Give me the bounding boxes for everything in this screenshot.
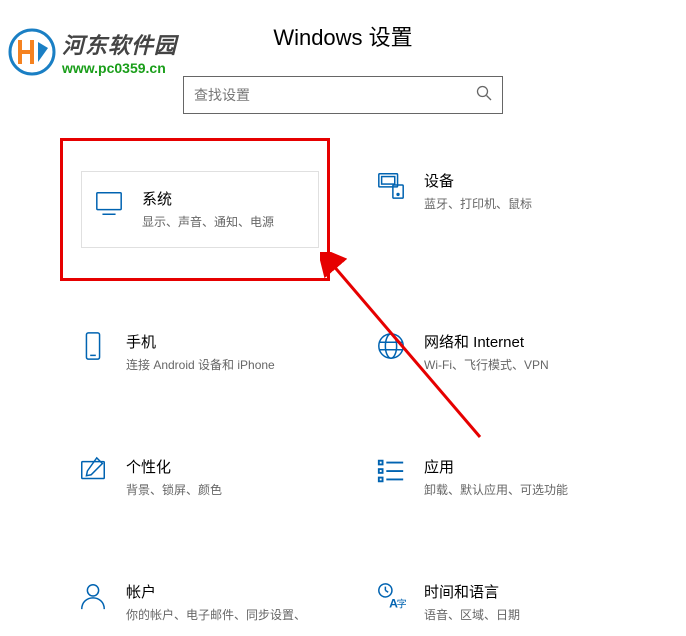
- tile-devices[interactable]: 设备 蓝牙、打印机、鼠标: [368, 158, 626, 261]
- watermark-title: 河东软件园: [62, 28, 177, 60]
- tile-phone[interactable]: 手机 连接 Android 设备和 iPhone: [70, 319, 328, 386]
- tile-title: 手机: [126, 331, 320, 352]
- tile-accounts[interactable]: 帐户 你的帐户、电子邮件、同步设置、: [70, 569, 328, 636]
- tile-desc: 连接 Android 设备和 iPhone: [126, 356, 320, 374]
- tile-title: 时间和语言: [424, 581, 618, 602]
- svg-text:字: 字: [397, 597, 406, 610]
- paintbrush-icon: [78, 456, 108, 486]
- tile-title: 应用: [424, 456, 618, 477]
- phone-icon: [78, 331, 108, 361]
- globe-icon: [376, 331, 406, 361]
- tile-apps[interactable]: 应用 卸载、默认应用、可选功能: [368, 444, 626, 511]
- watermark: 河东软件园 www.pc0359.cn: [8, 28, 177, 76]
- tile-personalization[interactable]: 个性化 背景、锁屏、颜色: [70, 444, 328, 511]
- tile-desc: 显示、声音、通知、电源: [142, 213, 278, 231]
- tile-title: 个性化: [126, 456, 320, 477]
- time-language-icon: A 字: [376, 581, 406, 611]
- settings-tiles: 系统 显示、声音、通知、电源 设备 蓝牙、打印机、鼠标: [0, 158, 686, 636]
- search-box[interactable]: [183, 76, 503, 114]
- tile-time-language[interactable]: A 字 时间和语言 语音、区域、日期: [368, 569, 626, 636]
- watermark-logo: [8, 28, 56, 76]
- tile-title: 设备: [424, 170, 618, 191]
- tile-network[interactable]: 网络和 Internet Wi-Fi、飞行模式、VPN: [368, 319, 626, 386]
- search-icon: [476, 85, 492, 106]
- tile-title: 网络和 Internet: [424, 331, 618, 352]
- tile-desc: Wi-Fi、飞行模式、VPN: [424, 356, 618, 374]
- tile-desc: 背景、锁屏、颜色: [126, 481, 320, 499]
- apps-list-icon: [376, 456, 406, 486]
- tile-system[interactable]: 系统 显示、声音、通知、电源: [60, 138, 330, 281]
- tile-desc: 蓝牙、打印机、鼠标: [424, 195, 618, 213]
- tile-title: 帐户: [126, 581, 320, 602]
- watermark-url: www.pc0359.cn: [62, 60, 177, 76]
- tile-title: 系统: [142, 188, 278, 209]
- devices-icon: [376, 170, 406, 200]
- monitor-icon: [94, 188, 124, 218]
- tile-desc: 你的帐户、电子邮件、同步设置、: [126, 606, 320, 624]
- search-input[interactable]: [194, 87, 476, 103]
- tile-desc: 卸载、默认应用、可选功能: [424, 481, 618, 499]
- person-icon: [78, 581, 108, 611]
- tile-desc: 语音、区域、日期: [424, 606, 618, 624]
